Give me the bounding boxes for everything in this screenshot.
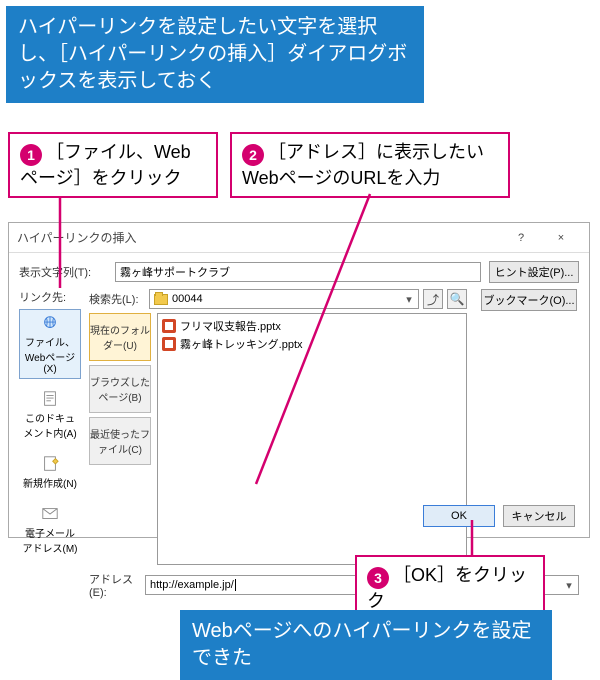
callout-2: 2［アドレス］に表示したいWebページのURLを入力 <box>230 132 510 198</box>
tabs-column: 現在のフォルダー(U) ブラウズしたページ(B) 最近使ったファイル(C) <box>89 313 151 565</box>
intro-callout: ハイパーリンクを設定したい文字を選択し、［ハイパーリンクの挿入］ダイアログボック… <box>6 6 424 103</box>
close-icon: × <box>558 232 564 244</box>
callout-3-text: ［OK］をクリック <box>367 565 527 611</box>
hyperlink-dialog: ハイパーリンクの挿入 ? × 表示文字列(T): ヒント設定(P)... リンク… <box>8 222 590 538</box>
result-text: Webページへのハイパーリンクを設定できた <box>192 620 532 669</box>
help-icon: ? <box>518 232 524 244</box>
badge-3: 3 <box>367 567 389 589</box>
badge-2: 2 <box>242 144 264 166</box>
address-value: http://example.jp/ <box>150 579 234 591</box>
link-to-label: リンク先: <box>19 289 83 305</box>
tab-current-folder-label: 現在のフォルダー(U) <box>90 322 150 352</box>
chevron-down-icon: ▾ <box>562 578 576 592</box>
search-combo[interactable]: 00044 ▾ <box>149 289 419 309</box>
display-text-label: 表示文字列(T): <box>19 264 115 280</box>
chevron-down-icon: ▾ <box>402 292 416 306</box>
globe-file-icon <box>39 314 61 332</box>
dialog-title: ハイパーリンクの挿入 <box>17 229 501 246</box>
email-icon <box>39 505 61 523</box>
dialog-buttons: OK キャンセル <box>423 505 575 527</box>
file-name: 霧ヶ峰トレッキング.pptx <box>180 336 303 352</box>
list-item[interactable]: 霧ヶ峰トレッキング.pptx <box>162 336 462 352</box>
search-value: 00044 <box>172 293 203 305</box>
file-list[interactable]: フリマ収支報告.pptx 霧ヶ峰トレッキング.pptx <box>157 313 467 565</box>
link-to-column: リンク先: ファイル、Webページ(X) このドキュメント内(A) 新規作成(N… <box>19 289 83 565</box>
search-icon: 🔍 <box>450 292 465 306</box>
new-doc-icon <box>39 455 61 473</box>
browse-column: フリマ収支報告.pptx 霧ヶ峰トレッキング.pptx <box>157 313 467 565</box>
tab-browsed-pages-label: ブラウズしたページ(B) <box>90 374 150 404</box>
hint-setting-label: ヒント設定(P)... <box>495 264 574 280</box>
pptx-icon <box>162 319 176 333</box>
tab-browsed-pages[interactable]: ブラウズしたページ(B) <box>89 365 151 413</box>
tab-recent-files-label: 最近使ったファイル(C) <box>90 426 150 456</box>
linkto-this-doc-label: このドキュメント内(A) <box>23 414 76 440</box>
folder-icon <box>154 294 168 305</box>
linkto-new-doc[interactable]: 新規作成(N) <box>19 450 81 494</box>
file-name: フリマ収支報告.pptx <box>180 318 281 334</box>
linkto-email-label: 電子メール アドレス(M) <box>23 529 78 555</box>
display-text-input[interactable] <box>115 262 481 282</box>
pptx-icon <box>162 337 176 351</box>
list-item[interactable]: フリマ収支報告.pptx <box>162 318 462 334</box>
up-folder-button[interactable]: ⤴ <box>423 289 443 309</box>
document-icon <box>39 390 61 408</box>
browse-web-button[interactable]: 🔍 <box>447 289 467 309</box>
bookmark-label: ブックマーク(O)... <box>483 292 574 308</box>
linkto-file-web-label: ファイル、Webページ(X) <box>25 338 75 375</box>
dialog-body: 表示文字列(T): ヒント設定(P)... リンク先: ファイル、Webページ(… <box>9 253 589 605</box>
close-button[interactable]: × <box>541 225 581 251</box>
display-text-row: 表示文字列(T): ヒント設定(P)... <box>19 261 579 283</box>
up-icon: ⤴ <box>427 291 439 308</box>
caret <box>235 579 236 591</box>
help-button[interactable]: ? <box>501 225 541 251</box>
search-row: 検索先(L): 00044 ▾ ⤴ 🔍 <box>89 289 467 309</box>
ok-label: OK <box>451 510 467 522</box>
linkto-file-web[interactable]: ファイル、Webページ(X) <box>19 309 81 379</box>
bookmark-button[interactable]: ブックマーク(O)... <box>481 289 577 311</box>
intro-text: ハイパーリンクを設定したい文字を選択し、［ハイパーリンクの挿入］ダイアログボック… <box>18 16 407 92</box>
cancel-label: キャンセル <box>512 508 567 524</box>
ok-button[interactable]: OK <box>423 505 495 527</box>
tab-recent-files[interactable]: 最近使ったファイル(C) <box>89 417 151 465</box>
linkto-this-doc[interactable]: このドキュメント内(A) <box>19 385 81 444</box>
search-label: 検索先(L): <box>89 291 145 307</box>
linkto-new-doc-label: 新規作成(N) <box>23 479 77 490</box>
callout-2-text: ［アドレス］に表示したいWebページのURLを入力 <box>242 142 484 188</box>
result-callout: Webページへのハイパーリンクを設定できた <box>180 610 552 680</box>
address-label: アドレス(E): <box>89 571 145 599</box>
hint-setting-button[interactable]: ヒント設定(P)... <box>489 261 579 283</box>
callout-1-text: ［ファイル、Webページ］をクリック <box>20 142 191 188</box>
cancel-button[interactable]: キャンセル <box>503 505 575 527</box>
titlebar: ハイパーリンクの挿入 ? × <box>9 223 589 253</box>
badge-1: 1 <box>20 144 42 166</box>
callout-1: 1［ファイル、Webページ］をクリック <box>8 132 218 198</box>
linkto-email[interactable]: 電子メール アドレス(M) <box>19 500 81 559</box>
tab-current-folder[interactable]: 現在のフォルダー(U) <box>89 313 151 361</box>
